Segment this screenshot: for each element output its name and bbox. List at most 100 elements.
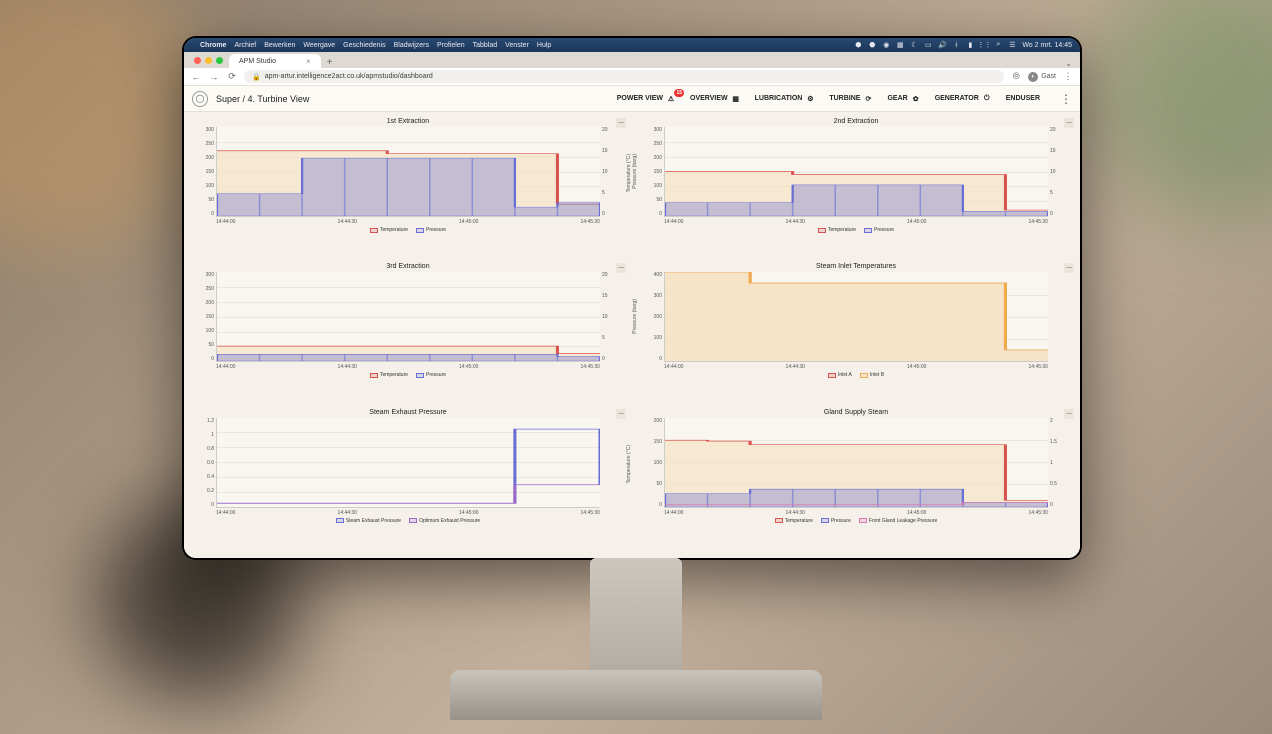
url-input[interactable]: 🔒 apm-artur.intelligence2act.co.uk/apmst… — [244, 70, 1004, 83]
menubar-item[interactable]: Bewerken — [264, 42, 295, 49]
nav-power-view[interactable]: POWER VIEW ⚠ 15 — [617, 94, 676, 104]
legend-item[interactable]: Temperature — [775, 518, 813, 524]
menubar-clock[interactable]: Wo 2 mrt. 14:45 — [1022, 42, 1072, 49]
status-icon[interactable]: ⬢ — [854, 41, 862, 49]
status-icon[interactable]: ◉ — [882, 41, 890, 49]
translate-icon[interactable]: ⦾ — [1010, 71, 1022, 83]
plot-area — [216, 127, 600, 217]
nav-lubrication[interactable]: LUBRICATION ⚙ — [755, 94, 816, 104]
screen: Chrome Archief Bewerken Weergave Geschie… — [184, 38, 1080, 558]
menubar-item[interactable]: Archief — [234, 42, 256, 49]
chart-plot[interactable]: 1.210.80.60.40.20Pressure (barg)14:44:00… — [216, 418, 600, 508]
minimize-window-button[interactable] — [205, 57, 212, 64]
legend-item[interactable]: Pressure — [416, 372, 446, 378]
nav-label: LUBRICATION — [755, 95, 803, 102]
status-icon[interactable]: ⬣ — [868, 41, 876, 49]
chart-plot[interactable]: 400300200100014:44:0014:44:3014:45:0014:… — [664, 272, 1048, 362]
y-axis-left: 300250200150100500 — [190, 272, 214, 362]
app-logo-icon[interactable]: ◯ — [192, 91, 208, 107]
control-center-icon[interactable]: ☰ — [1008, 41, 1016, 49]
legend-item[interactable]: Optimum Exhaust Pressure — [409, 518, 480, 524]
maximize-window-button[interactable] — [216, 57, 223, 64]
chart-plot[interactable]: 300250200150100500Temperature (°C)201510… — [216, 272, 600, 362]
collapse-chart-button[interactable]: — — [1064, 263, 1074, 273]
browser-tab[interactable]: APM Studio × — [229, 54, 321, 68]
chart-legend: Temperature Pressure — [636, 227, 1076, 235]
reload-button[interactable]: ⟳ — [226, 71, 238, 83]
breadcrumb[interactable]: Super / 4. Turbine View — [216, 94, 309, 104]
legend-item[interactable]: Temperature — [370, 227, 408, 233]
legend-item[interactable]: Steam Exhaust Pressure — [336, 518, 401, 524]
profile-name: Gast — [1041, 73, 1056, 80]
menubar-item[interactable]: Bladwijzers — [394, 42, 429, 49]
power-icon: ⏻ — [982, 94, 992, 104]
x-axis: 14:44:0014:44:3014:45:0014:45:30 — [664, 364, 1048, 370]
display-icon[interactable]: ▭ — [924, 41, 932, 49]
status-icon[interactable]: ▦ — [896, 41, 904, 49]
new-tab-button[interactable]: + — [321, 57, 339, 68]
legend-item[interactable]: Inlet A — [828, 372, 852, 378]
collapse-chart-button[interactable]: — — [616, 409, 626, 419]
legend-item[interactable]: Front Gland Leakage Pressure — [859, 518, 937, 524]
chart-legend: Inlet A Inlet B — [636, 372, 1076, 380]
menubar-item[interactable]: Tabblad — [473, 42, 498, 49]
nav-gear[interactable]: GEAR ✿ — [887, 94, 920, 104]
back-button[interactable]: ← — [190, 71, 202, 83]
x-axis: 14:44:0014:44:3014:45:0014:45:30 — [664, 510, 1048, 516]
window-controls — [188, 57, 229, 64]
nav-turbine[interactable]: TURBINE ⟳ — [829, 94, 873, 104]
nav-label: GEAR — [887, 95, 907, 102]
app-menu-icon[interactable]: ⋮ — [1054, 92, 1072, 106]
menubar-item[interactable]: Profielen — [437, 42, 465, 49]
legend-item[interactable]: Inlet B — [860, 372, 884, 378]
y-axis-right: 20151050 — [602, 127, 626, 217]
volume-icon[interactable]: 🔊 — [938, 41, 946, 49]
menubar-item[interactable]: Geschiedenis — [343, 42, 385, 49]
chart-title: 1st Extraction — [188, 118, 628, 125]
browser-profile[interactable]: ◐ Gast — [1028, 72, 1056, 82]
menubar-app-name[interactable]: Chrome — [200, 42, 226, 49]
plot-area — [664, 272, 1048, 362]
legend-item[interactable]: Pressure — [416, 227, 446, 233]
browser-tabbar: APM Studio × + ⌄ — [184, 52, 1080, 68]
nav-label: ENDUSER — [1006, 95, 1040, 102]
nav-generator[interactable]: GENERATOR ⏻ — [935, 94, 992, 104]
nav-overview[interactable]: OVERVIEW ▦ — [690, 94, 741, 104]
menubar-item[interactable]: Weergave — [303, 42, 335, 49]
chart-plot[interactable]: 300250200150100500Temperature (°C)201510… — [216, 127, 600, 217]
forward-button[interactable]: → — [208, 71, 220, 83]
tabs-dropdown-icon[interactable]: ⌄ — [1065, 59, 1080, 68]
legend-item[interactable]: Temperature — [818, 227, 856, 233]
y-axis-left-label: Temperature (°C) — [626, 445, 632, 483]
nav-label: POWER VIEW — [617, 95, 663, 102]
cog-icon: ✿ — [911, 94, 921, 104]
lock-icon: 🔒 — [252, 73, 261, 81]
moon-icon[interactable]: ☾ — [910, 41, 918, 49]
browser-addressbar: ← → ⟳ 🔒 apm-artur.intelligence2act.co.uk… — [184, 68, 1080, 86]
wifi-icon[interactable]: ⋮⋮ — [980, 41, 988, 49]
close-window-button[interactable] — [194, 57, 201, 64]
chart-plot[interactable]: 200150100500Temperature (°C)21.510.50Pre… — [664, 418, 1048, 508]
legend-item[interactable]: Pressure — [864, 227, 894, 233]
close-tab-icon[interactable]: × — [306, 57, 311, 66]
nav-enduser[interactable]: ENDUSER — [1006, 95, 1040, 102]
menubar-item[interactable]: Hulp — [537, 42, 551, 49]
avatar-icon: ◐ — [1028, 72, 1038, 82]
chart-legend: Temperature Pressure Front Gland Leakage P… — [636, 518, 1076, 526]
nav-label: OVERVIEW — [690, 95, 728, 102]
legend-item[interactable]: Pressure — [821, 518, 851, 524]
app-header: ◯ Super / 4. Turbine View POWER VIEW ⚠ 1… — [184, 86, 1080, 112]
browser-menu-icon[interactable]: ⋮ — [1062, 71, 1074, 83]
search-icon[interactable]: ⌕ — [994, 41, 1002, 49]
bluetooth-icon[interactable]: ᚼ — [952, 41, 960, 49]
chart-plot[interactable]: 300250200150100500Temperature (°C)201510… — [664, 127, 1048, 217]
x-axis: 14:44:0014:44:3014:45:0014:45:30 — [216, 364, 600, 370]
monitor-stand-base — [450, 670, 822, 720]
y-axis-right: 20151050 — [1050, 127, 1074, 217]
legend-item[interactable]: Temperature — [370, 372, 408, 378]
macos-menubar: Chrome Archief Bewerken Weergave Geschie… — [184, 38, 1080, 52]
menubar-item[interactable]: Venster — [505, 42, 529, 49]
battery-icon[interactable]: ▮ — [966, 41, 974, 49]
chart-steam_inlet_temp: Steam Inlet Temperatures—400300200100014… — [636, 263, 1076, 406]
chart-steam_exhaust_pressure: Steam Exhaust Pressure — 1.210.80.60.40.20… — [188, 409, 628, 552]
